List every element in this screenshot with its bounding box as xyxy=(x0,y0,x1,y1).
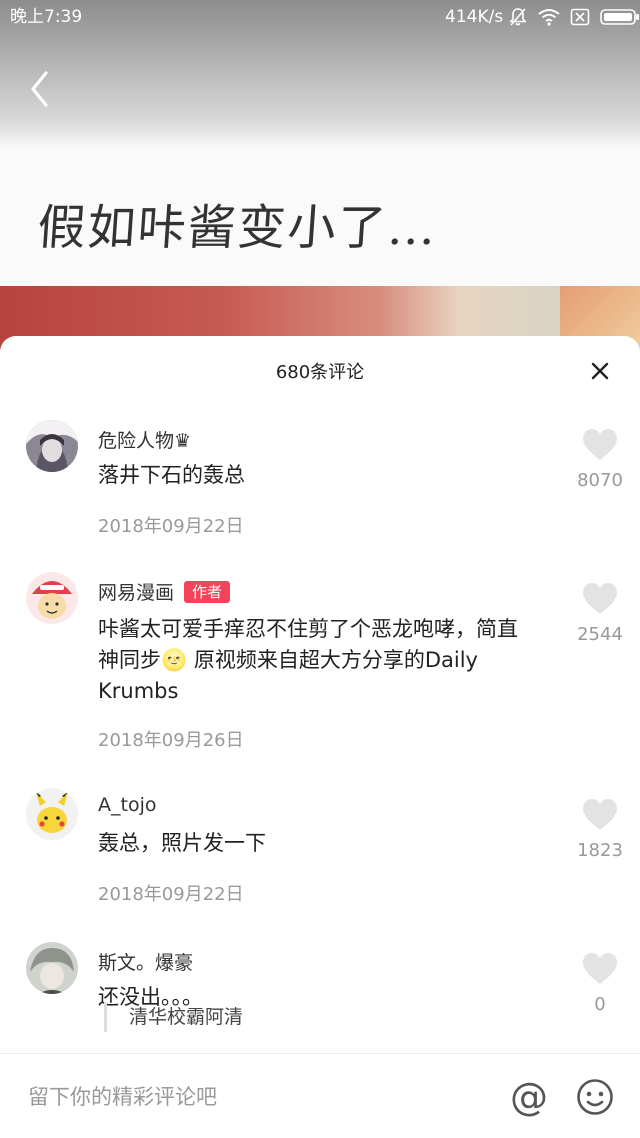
comment-content[interactable]: 轰总，照片发一下 xyxy=(98,828,538,859)
comment-username[interactable]: A_tojo xyxy=(98,794,156,816)
chevron-left-icon xyxy=(31,71,48,107)
comment-content[interactable]: 落井下石的轰总 xyxy=(98,460,538,491)
author-badge: 作者 xyxy=(184,581,231,603)
comment-date: 2018年09月22日 xyxy=(98,884,244,905)
heart-icon xyxy=(583,799,617,830)
like-count: 8070 xyxy=(577,470,623,491)
status-time: 晚上7:39 xyxy=(10,7,83,27)
avatar[interactable] xyxy=(26,788,78,840)
comment-sheet-header: 680条评论 xyxy=(0,336,640,402)
reply-preview-username: 清华校霸阿清 xyxy=(129,1006,244,1028)
heart-icon xyxy=(583,953,617,984)
emoji-icon xyxy=(577,1079,613,1115)
like-count: 2544 xyxy=(577,624,623,645)
comment-list[interactable]: 危险人物♛ 落井下石的轰总 2018年09月22日 8070 网易漫画 作者 咔… xyxy=(0,402,640,1052)
comment-count: 680条评论 xyxy=(275,362,365,383)
mention-button[interactable]: @ xyxy=(508,1076,550,1118)
comment-content[interactable]: 咔酱太可爱手痒忍不住剪了个恶龙咆哮，简直神同步🌝 原视频来自超大方分享的Dail… xyxy=(98,614,528,707)
heart-icon xyxy=(583,429,617,460)
status-bar: 晚上7:39 414K/s xyxy=(0,0,640,34)
comment-item: 危险人物♛ 落井下石的轰总 2018年09月22日 8070 xyxy=(0,402,640,554)
battery-icon xyxy=(600,9,639,25)
comment-username[interactable]: 斯文。爆豪 xyxy=(98,948,193,975)
comment-sheet: 680条评论 危险人物♛ 落井下石的轰总 2018年09月22日 8070 网易… xyxy=(0,336,640,1138)
like-button[interactable] xyxy=(582,582,618,616)
like-button[interactable] xyxy=(582,952,618,986)
status-network-speed: 414K/s xyxy=(445,7,504,27)
close-icon xyxy=(591,362,609,380)
comment-item: A_tojo 轰总，照片发一下 2018年09月22日 1823 xyxy=(0,770,640,924)
avatar[interactable] xyxy=(26,420,78,472)
comment-date: 2018年09月22日 xyxy=(98,516,244,537)
comment-username[interactable]: 网易漫画 作者 xyxy=(98,578,231,605)
avatar[interactable] xyxy=(26,942,78,994)
back-button[interactable] xyxy=(22,66,58,112)
video-title: 假如咔酱变小了… xyxy=(35,200,440,256)
wifi-icon xyxy=(538,9,560,26)
like-count: 1823 xyxy=(577,840,623,861)
close-button[interactable] xyxy=(584,355,616,387)
reply-preview[interactable]: 清华校霸阿清 xyxy=(104,1002,243,1032)
comment-input-bar: @ xyxy=(0,1053,640,1138)
avatar[interactable] xyxy=(26,572,78,624)
like-button[interactable] xyxy=(582,798,618,832)
like-button[interactable] xyxy=(582,428,618,462)
muted-bell-icon xyxy=(509,8,527,26)
emoji-button[interactable] xyxy=(576,1078,614,1116)
comment-item: 网易漫画 作者 咔酱太可爱手痒忍不住剪了个恶龙咆哮，简直神同步🌝 原视频来自超大方… xyxy=(0,554,640,770)
comment-input[interactable] xyxy=(28,1080,448,1114)
comment-username-text: 网易漫画 xyxy=(98,582,175,604)
like-count: 0 xyxy=(594,994,606,1015)
heart-icon xyxy=(583,583,617,614)
comment-date: 2018年09月26日 xyxy=(98,730,244,751)
no-sim-icon xyxy=(570,8,590,26)
comment-item: 斯文。爆豪 还没出。。。 0 xyxy=(0,924,640,1052)
comment-username[interactable]: 危险人物♛ xyxy=(98,426,191,453)
